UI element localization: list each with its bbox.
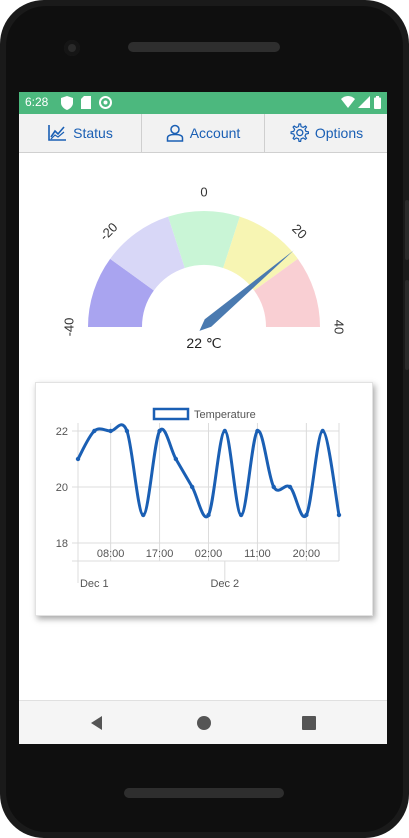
data-point — [173, 456, 179, 462]
shield-icon — [61, 96, 73, 110]
gauge-readout: 22 ℃ — [186, 335, 221, 351]
temperature-line-chart: 22 20 18 08:00 17:00 02:00 11:00 20:00 Dec 1 Dec… — [56, 407, 342, 590]
y-tick-label: 18 — [56, 538, 68, 550]
front-camera — [64, 40, 80, 56]
recents-icon[interactable] — [299, 713, 319, 733]
y-tick-label: 20 — [56, 482, 68, 494]
x-tick-time-label: 11:00 — [244, 548, 271, 560]
data-point — [206, 512, 211, 518]
battery-icon — [374, 96, 381, 109]
data-point — [124, 428, 130, 434]
tab-options[interactable]: Options — [265, 114, 387, 152]
x-tick-date-label: Dec 2 — [210, 578, 239, 590]
data-point — [92, 428, 97, 434]
bottom-speaker — [124, 788, 284, 798]
gauge-tick-label: 20 — [289, 221, 310, 242]
y-tick-label: 22 — [56, 426, 68, 438]
home-icon[interactable] — [194, 713, 214, 733]
x-tick-time-label: 17:00 — [146, 548, 174, 560]
system-nav-bar — [19, 700, 387, 744]
data-point — [238, 512, 244, 518]
data-point — [189, 484, 195, 490]
gauge-tick-label: 40 — [332, 320, 347, 334]
data-point — [108, 428, 113, 434]
x-tick-time-label: 08:00 — [97, 548, 125, 560]
temperature-gauge: -40 -20 0 20 40 22 ℃ — [61, 184, 347, 351]
data-point — [271, 484, 276, 490]
gear-icon — [290, 123, 309, 142]
sim-card-icon — [81, 96, 91, 109]
data-point — [304, 512, 309, 518]
data-point — [287, 484, 293, 490]
power-button[interactable] — [405, 200, 409, 260]
gauge-tick-label: -20 — [97, 220, 121, 244]
tab-account[interactable]: Account — [142, 114, 265, 152]
status-time: 6:28 — [25, 95, 49, 109]
status-bar: 6:28 — [19, 92, 387, 114]
phone-frame: 6:28 Status Account Options -40 -20 0 20… — [0, 0, 409, 838]
data-point — [255, 428, 260, 434]
gauge-tick-label: 0 — [200, 184, 207, 199]
x-tick-time-label: 20:00 — [293, 548, 321, 560]
wifi-icon — [341, 96, 355, 108]
x-tick-date-label: Dec 1 — [80, 578, 109, 590]
gauge-tick-label: -40 — [61, 318, 76, 337]
tab-bar: Status Account Options — [19, 114, 387, 153]
signal-icon — [358, 96, 370, 108]
x-axis-ticks: 08:00 17:00 02:00 11:00 20:00 Dec 1 Dec 2 — [80, 548, 320, 590]
tab-status-label: Status — [73, 125, 113, 141]
circular-sync-icon — [99, 96, 112, 109]
data-point — [75, 456, 81, 462]
tab-account-label: Account — [189, 125, 241, 141]
tab-status[interactable]: Status — [19, 114, 142, 152]
gauge-bands — [88, 211, 320, 327]
legend-label: Temperature — [194, 409, 256, 421]
legend-swatch — [152, 407, 190, 421]
data-point — [336, 512, 342, 518]
data-point — [157, 428, 162, 434]
user-icon — [166, 124, 183, 142]
back-icon[interactable] — [87, 713, 107, 733]
temperature-chart-card: 22 20 18 08:00 17:00 02:00 11:00 20:00 Dec 1 Dec… — [35, 382, 373, 616]
y-axis-ticks: 22 20 18 — [56, 426, 68, 550]
data-point — [222, 428, 228, 434]
chart-line-icon — [48, 125, 67, 141]
earpiece-speaker — [128, 42, 280, 52]
data-point — [320, 428, 325, 434]
x-tick-time-label: 02:00 — [195, 548, 223, 560]
chart-legend: Temperature — [152, 407, 256, 421]
volume-button[interactable] — [405, 280, 409, 370]
data-point — [141, 512, 146, 518]
app-screen: 6:28 Status Account Options -40 -20 0 20… — [19, 92, 387, 744]
tab-options-label: Options — [314, 125, 364, 141]
